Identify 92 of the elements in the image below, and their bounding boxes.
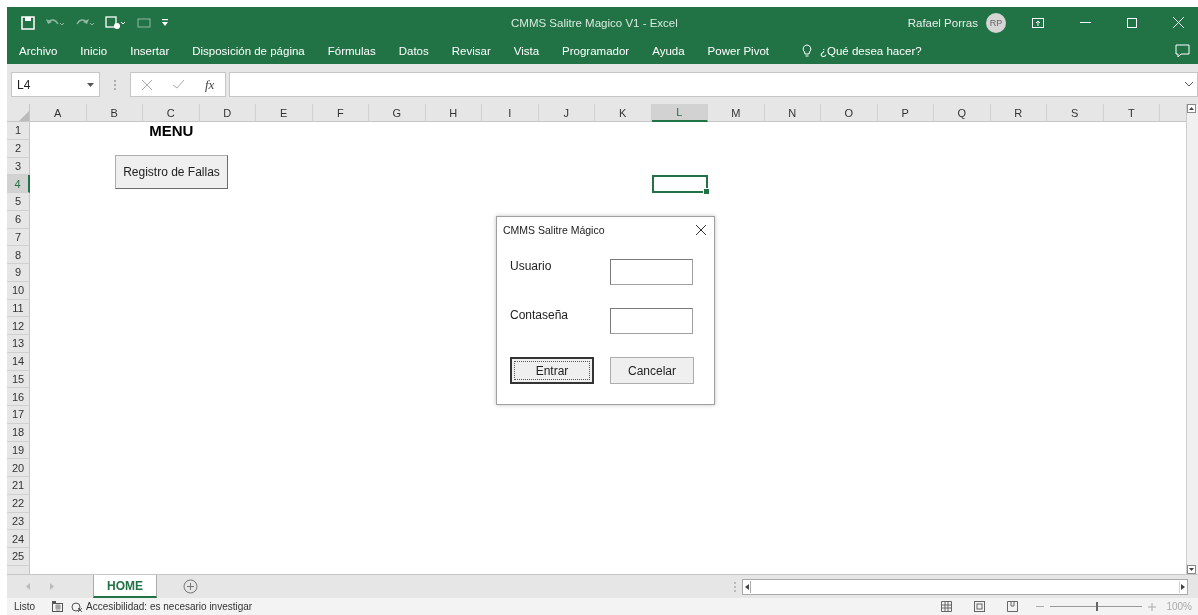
- column-header[interactable]: F: [312, 104, 369, 122]
- column-header[interactable]: P: [877, 104, 934, 122]
- column-header[interactable]: J: [538, 104, 595, 122]
- ribbon-tab[interactable]: Ayuda: [652, 45, 697, 57]
- form-icon[interactable]: [105, 15, 127, 30]
- column-header[interactable]: A: [30, 104, 87, 122]
- row-header[interactable]: 13: [7, 335, 30, 353]
- ribbon-tab[interactable]: Vista: [513, 45, 552, 57]
- row-header[interactable]: 17: [7, 406, 30, 424]
- sheet-heading: MENU: [148, 122, 195, 140]
- dropdown-caret-icon[interactable]: [87, 82, 94, 87]
- comment-icon[interactable]: [1175, 44, 1190, 58]
- column-header[interactable]: N: [764, 104, 821, 122]
- dialog-title: CMMS Salitre Mágico: [503, 224, 605, 236]
- column-header[interactable]: K: [595, 104, 652, 122]
- scroll-left-icon[interactable]: [743, 580, 751, 593]
- ribbon-tab[interactable]: Revisar: [451, 45, 503, 57]
- expand-caret-icon[interactable]: [1185, 82, 1193, 87]
- column-header[interactable]: G: [369, 104, 426, 122]
- user-avatar[interactable]: RP: [986, 12, 1006, 33]
- ribbon-tab[interactable]: Archivo: [19, 45, 70, 57]
- input-field[interactable]: [610, 259, 693, 285]
- registro-button[interactable]: Registro de Fallas: [115, 155, 228, 189]
- row-header[interactable]: 24: [7, 530, 30, 548]
- ribbon-display-icon[interactable]: [1032, 17, 1044, 28]
- column-header[interactable]: L: [651, 104, 708, 122]
- close-icon[interactable]: [696, 225, 706, 235]
- column-header[interactable]: C: [143, 104, 200, 122]
- page-layout-icon[interactable]: [974, 601, 986, 612]
- row-header[interactable]: 21: [7, 477, 30, 495]
- column-header[interactable]: R: [990, 104, 1047, 122]
- card-icon: [137, 17, 151, 28]
- row-header[interactable]: 5: [7, 193, 30, 211]
- row-header[interactable]: 20: [7, 459, 30, 477]
- column-header[interactable]: T: [1103, 104, 1160, 122]
- header-strip: [1160, 104, 1186, 122]
- formula-input[interactable]: [229, 72, 1198, 97]
- accessibility-icon[interactable]: [71, 600, 83, 613]
- sheet-tab[interactable]: HOME: [93, 575, 157, 598]
- lightbulb-icon: [801, 44, 812, 58]
- cell-reference: L4: [17, 77, 31, 92]
- field-label: Usuario: [510, 259, 553, 275]
- status-mode: Listo: [14, 601, 37, 612]
- vertical-scrollbar[interactable]: [1186, 104, 1198, 574]
- dialog-button[interactable]: Entrar: [510, 357, 594, 384]
- row-header[interactable]: 25: [7, 548, 30, 566]
- ribbon-tab[interactable]: Power Pivot: [707, 45, 781, 57]
- scroll-up-icon[interactable]: [1187, 104, 1196, 113]
- column-header[interactable]: M: [708, 104, 765, 122]
- scroll-down-icon[interactable]: [1187, 565, 1196, 574]
- row-header[interactable]: 9: [7, 264, 30, 282]
- dialog-button[interactable]: Cancelar: [610, 357, 694, 384]
- minimize-icon[interactable]: [1080, 21, 1091, 24]
- insert-function-button[interactable]: fx: [205, 76, 215, 93]
- ribbon-tab[interactable]: Insertar: [130, 45, 182, 57]
- input-field[interactable]: [610, 308, 693, 334]
- name-box[interactable]: L4: [11, 72, 100, 97]
- row-header[interactable]: 8: [7, 246, 30, 264]
- user-name: Rafael Porras: [907, 16, 978, 29]
- row-header[interactable]: 12: [7, 317, 30, 335]
- horizontal-scrollbar[interactable]: [742, 578, 1188, 595]
- column-header[interactable]: O: [821, 104, 878, 122]
- ribbon-tab[interactable]: Fórmulas: [327, 45, 388, 57]
- column-header[interactable]: H: [425, 104, 482, 122]
- page-break-icon[interactable]: [1007, 601, 1019, 612]
- row-header[interactable]: 16: [7, 388, 30, 406]
- column-header[interactable]: E: [256, 104, 313, 122]
- row-header[interactable]: 1: [7, 122, 30, 140]
- add-sheet-icon[interactable]: [183, 579, 198, 594]
- save-icon[interactable]: [21, 15, 35, 30]
- zoom-slider-thumb[interactable]: [1096, 602, 1099, 611]
- ribbon-tab[interactable]: Datos: [398, 45, 441, 57]
- maximize-icon[interactable]: [1127, 17, 1137, 28]
- tell-me-search[interactable]: ¿Qué desea hacer?: [819, 45, 922, 57]
- column-header[interactable]: S: [1047, 104, 1104, 122]
- customize-caret-icon[interactable]: [161, 18, 169, 27]
- normal-view-icon[interactable]: [941, 601, 953, 612]
- column-header[interactable]: B: [86, 104, 143, 122]
- accessibility-status[interactable]: Accesibilidad: es necesario investigar: [86, 601, 253, 612]
- scroll-right-icon[interactable]: [1179, 580, 1187, 593]
- ribbon-tab[interactable]: Inicio: [80, 45, 120, 57]
- column-header[interactable]: Q: [934, 104, 991, 122]
- row-header[interactable]: 4: [7, 175, 30, 193]
- macro-sheet-icon[interactable]: [52, 601, 63, 612]
- window-title: CMMS Salitre Magico V1 - Excel: [511, 16, 679, 29]
- field-label: Contaseña: [510, 308, 570, 324]
- fill-handle[interactable]: [703, 188, 710, 195]
- ribbon-tab[interactable]: Programador: [562, 45, 642, 57]
- active-cell[interactable]: [651, 175, 708, 193]
- ribbon-tab[interactable]: Disposición de página: [192, 45, 317, 57]
- column-header[interactable]: D: [199, 104, 256, 122]
- column-header[interactable]: I: [482, 104, 539, 122]
